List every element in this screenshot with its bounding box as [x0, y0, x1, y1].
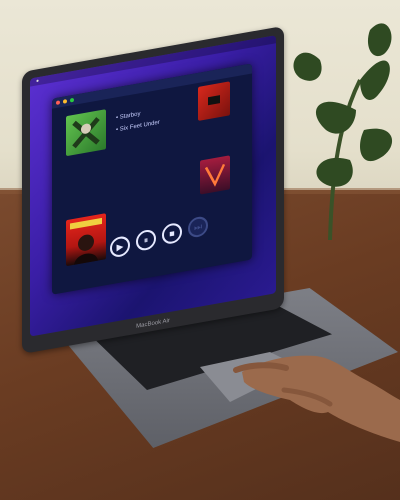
hand-icon [233, 355, 400, 442]
stop-icon: ■ [169, 228, 175, 240]
track-title: Six Feet Under [119, 119, 160, 133]
track-title: Starboy [119, 111, 141, 121]
pause-icon: ⏸ [143, 234, 149, 246]
laptop-screen: ● • Starboy • Six Feet Under ▶ ⏸ ■ ⏭ [30, 35, 276, 337]
album-figure-icon [72, 117, 100, 149]
minimize-icon[interactable] [63, 99, 67, 104]
close-icon[interactable] [56, 100, 60, 106]
zoom-icon[interactable] [70, 97, 74, 103]
next-button[interactable]: ⏭ [188, 215, 208, 239]
album-car-icon [208, 95, 220, 106]
apple-icon[interactable]: ● [36, 78, 39, 85]
album-art-green[interactable] [66, 109, 106, 157]
next-icon: ⏭ [193, 220, 203, 233]
track-label[interactable]: • Six Feet Under [116, 120, 160, 134]
music-player-window: • Starboy • Six Feet Under ▶ ⏸ ■ ⏭ [52, 63, 252, 295]
play-button[interactable]: ▶ [110, 234, 130, 259]
play-icon: ▶ [116, 240, 124, 252]
pause-button[interactable]: ⏸ [136, 228, 156, 252]
track-label[interactable]: • Starboy [116, 111, 140, 121]
album-art-neon[interactable] [200, 155, 230, 195]
stop-button[interactable]: ■ [162, 221, 182, 246]
album-portrait-icon [70, 217, 102, 265]
album-art-starboy[interactable] [66, 213, 106, 267]
laptop-lid: ● • Starboy • Six Feet Under ▶ ⏸ ■ ⏭ Mac… [22, 25, 284, 354]
album-neon-v-icon [204, 164, 226, 187]
album-art-red[interactable] [198, 81, 230, 121]
